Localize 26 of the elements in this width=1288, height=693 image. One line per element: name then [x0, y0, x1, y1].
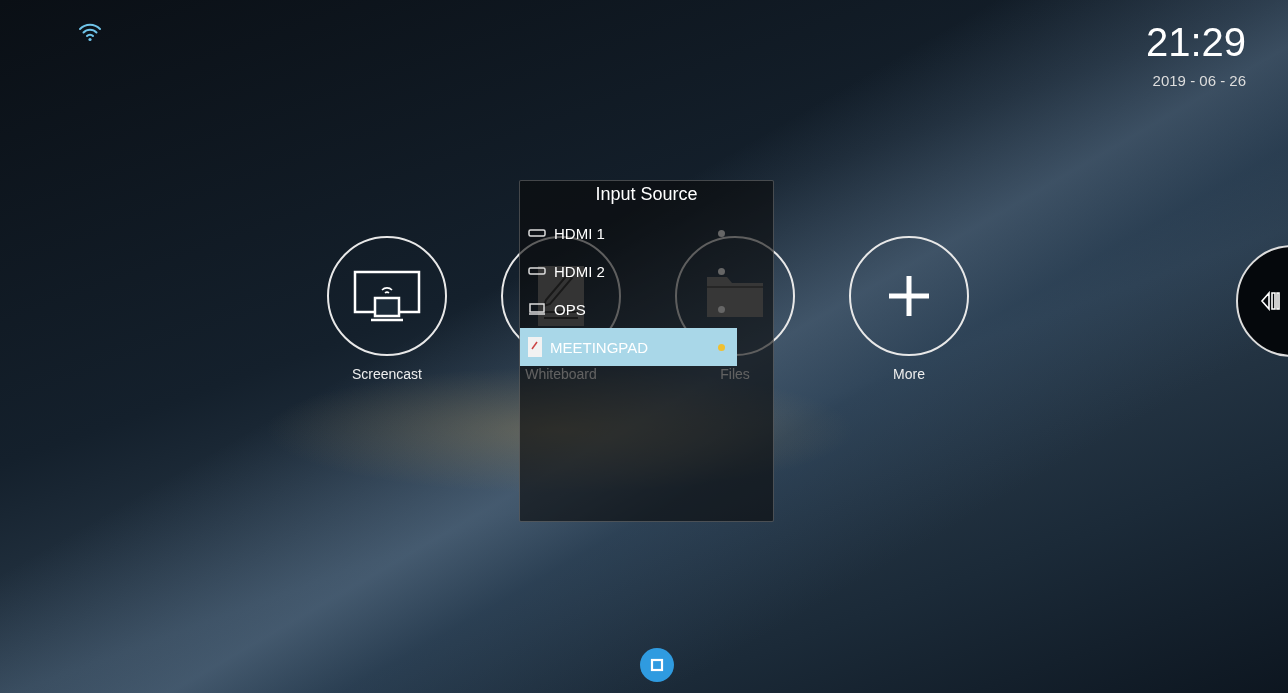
- home-button[interactable]: [640, 648, 674, 682]
- hdmi-port-icon: [528, 266, 546, 276]
- status-dot: [718, 305, 725, 313]
- app-label: Screencast: [351, 366, 422, 382]
- monitor-icon: [528, 303, 546, 315]
- app-label: Files: [720, 366, 750, 382]
- panel-title: Input Source: [594, 183, 699, 206]
- plus-icon: [887, 274, 931, 318]
- status-dot: [718, 229, 725, 237]
- app-tile[interactable]: [327, 236, 447, 356]
- source-item[interactable]: OPS: [520, 290, 737, 328]
- square-icon: [650, 658, 664, 672]
- hdmi-port-icon: [528, 228, 546, 238]
- clock-date: 2019 - 06 - 26: [1152, 72, 1246, 89]
- app-tile[interactable]: [849, 236, 969, 356]
- screencast-icon: [351, 268, 423, 324]
- app-label: Whiteboard: [525, 366, 597, 382]
- collapse-arrow-icon: [1260, 291, 1280, 311]
- clock-time: 21:29: [1145, 19, 1246, 66]
- status-dot: [718, 343, 725, 351]
- source-item[interactable]: HDMI 1: [520, 214, 737, 252]
- document-icon: [528, 337, 542, 357]
- app-label: More: [893, 366, 925, 382]
- status-dot: [718, 267, 725, 275]
- source-item[interactable]: HDMI 2: [520, 252, 737, 290]
- wifi-icon: [78, 22, 102, 42]
